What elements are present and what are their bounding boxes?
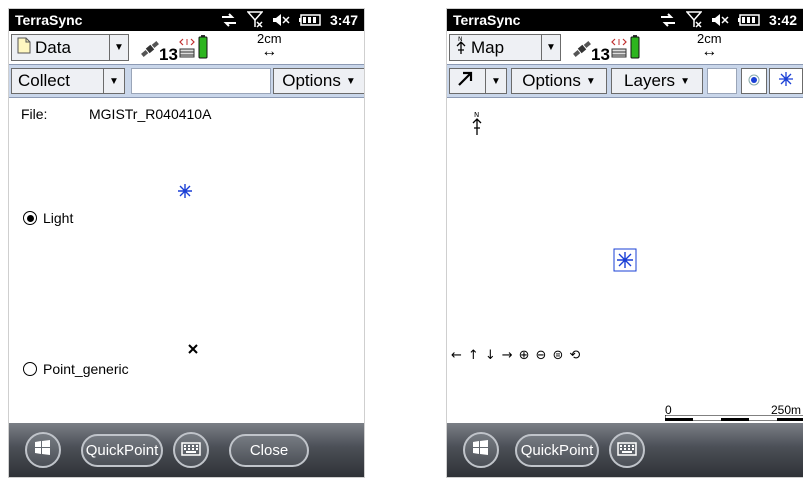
gnss-status[interactable]: 13 [571, 35, 640, 63]
zoom-extents-icon[interactable]: ⊜ [552, 348, 563, 363]
chevron-down-icon: ▼ [345, 75, 356, 87]
satellite-count: 13 [591, 45, 610, 64]
document-icon [17, 37, 31, 59]
section-dropdown[interactable]: N Map ▼ [449, 34, 561, 61]
satellite-icon [571, 39, 593, 63]
feature-option-light[interactable]: Light [23, 210, 73, 226]
keyboard-button[interactable] [609, 432, 645, 468]
radio-unselected[interactable] [23, 362, 37, 376]
file-info: File: MGISTr_R040410A [21, 106, 211, 122]
app-title: TerraSync [453, 12, 521, 28]
signal-off-icon[interactable] [246, 11, 263, 28]
receiver-battery-icon [198, 35, 208, 63]
zoom-out-icon[interactable]: ⊖ [536, 348, 547, 363]
point-feature-icon [187, 340, 199, 359]
volume-muted-icon[interactable] [711, 13, 729, 27]
zoom-in-icon[interactable]: ⊕ [519, 348, 530, 363]
map-navigation-bar: ← ↑ ↓ → ⊕ ⊖ ⊜ ⟲ [451, 345, 803, 365]
layers-dropdown[interactable]: Layers ▼ [611, 68, 703, 94]
map-view[interactable]: N ← ↑ ↓ → ⊕ ⊖ ⊜ ⟲ 0 250m [447, 98, 803, 423]
keyboard-icon [181, 441, 201, 460]
map-tool-dropdown[interactable]: ▼ [449, 68, 507, 94]
precision-indicator[interactable]: 2cm ↔ [257, 32, 282, 60]
soft-key-bar: QuickPoint [447, 423, 803, 477]
soft-key-bar: QuickPoint Close [9, 423, 364, 477]
chevron-down-icon: ▼ [680, 75, 690, 87]
clock[interactable]: 3:42 [769, 12, 797, 28]
chevron-down-icon: ▼ [109, 35, 128, 60]
battery-icon[interactable] [737, 13, 760, 26]
position-star-icon [779, 71, 793, 91]
chevron-down-icon: ▼ [103, 69, 124, 93]
main-toolbar: Data ▼ 13 2cm ↔ [9, 31, 364, 64]
options-dropdown[interactable]: Options ▼ [511, 68, 607, 94]
pan-left-icon[interactable]: ← [451, 348, 462, 363]
blank-field [131, 68, 271, 94]
double-arrow-icon: ↔ [261, 43, 278, 60]
arrow-pointer-icon [456, 70, 474, 93]
start-menu-button[interactable] [463, 432, 499, 468]
quickpoint-button[interactable]: QuickPoint [515, 434, 599, 467]
radio-selected[interactable] [23, 211, 37, 225]
double-arrow-icon: ↔ [701, 43, 718, 60]
connectivity-icon[interactable] [220, 12, 238, 28]
keyboard-icon [617, 441, 637, 460]
options-dropdown[interactable]: Options ▼ [273, 68, 364, 94]
quickpoint-button[interactable]: QuickPoint [81, 434, 163, 467]
map-command-bar: ▼ Options ▼ Layers ▼ [447, 64, 803, 98]
satellite-count: 13 [159, 45, 178, 64]
start-menu-button[interactable] [25, 432, 61, 468]
receiver-icon [610, 37, 628, 63]
main-toolbar: N Map ▼ 13 2cm ↔ [447, 31, 803, 64]
feature-option-point-generic[interactable]: Point_generic [23, 361, 129, 377]
app-title: TerraSync [15, 12, 83, 28]
windows-logo-icon [471, 438, 491, 462]
gps-fix-button[interactable] [741, 68, 767, 94]
map-screen: TerraSync 3:42 N Map ▼ 13 2cm ↔ ▼ Option… [446, 8, 803, 478]
current-position-icon [613, 248, 637, 276]
receiver-icon [178, 37, 196, 63]
signal-off-icon[interactable] [685, 11, 702, 28]
section-dropdown[interactable]: Data ▼ [11, 34, 129, 61]
chevron-down-icon: ▼ [541, 35, 560, 60]
mode-dropdown[interactable]: Collect ▼ [11, 68, 125, 94]
receiver-battery-icon [630, 35, 640, 63]
chevron-down-icon: ▼ [485, 69, 506, 93]
windows-logo-icon [33, 438, 53, 462]
north-arrow-icon: N [471, 110, 483, 140]
chevron-down-icon: ▼ [585, 75, 596, 87]
target-dot-icon [748, 71, 760, 91]
position-button[interactable] [769, 68, 803, 94]
status-bar: TerraSync 3:42 [447, 9, 803, 31]
pan-right-icon[interactable]: → [502, 348, 513, 363]
pan-down-icon[interactable]: ↓ [485, 348, 496, 363]
keyboard-button[interactable] [173, 432, 209, 468]
feature-list: File: MGISTr_R040410A Light Point_generi… [9, 98, 364, 423]
status-bar: TerraSync 3:47 [9, 9, 364, 31]
connectivity-icon[interactable] [659, 12, 677, 28]
zoom-previous-icon[interactable]: ⟲ [569, 348, 580, 363]
close-button[interactable]: Close [229, 434, 309, 467]
data-collect-screen: TerraSync 3:47 Data ▼ 13 2cm ↔ Collect ▼… [8, 8, 365, 478]
satellite-icon [139, 39, 161, 63]
blank-field [707, 68, 737, 94]
svg-text:N: N [474, 111, 479, 119]
gnss-status[interactable]: 13 [139, 35, 208, 63]
north-arrow-icon: N [455, 35, 467, 60]
clock[interactable]: 3:47 [330, 12, 358, 28]
battery-icon[interactable] [298, 13, 321, 26]
current-position-icon [177, 183, 193, 203]
volume-muted-icon[interactable] [272, 13, 290, 27]
file-label: File: [21, 106, 48, 122]
file-name: MGISTr_R040410A [89, 106, 212, 122]
scale-bar: 0 250m [665, 403, 803, 421]
command-bar: Collect ▼ Options ▼ [9, 64, 364, 98]
pan-up-icon[interactable]: ↑ [468, 348, 479, 363]
precision-indicator[interactable]: 2cm ↔ [697, 32, 722, 60]
